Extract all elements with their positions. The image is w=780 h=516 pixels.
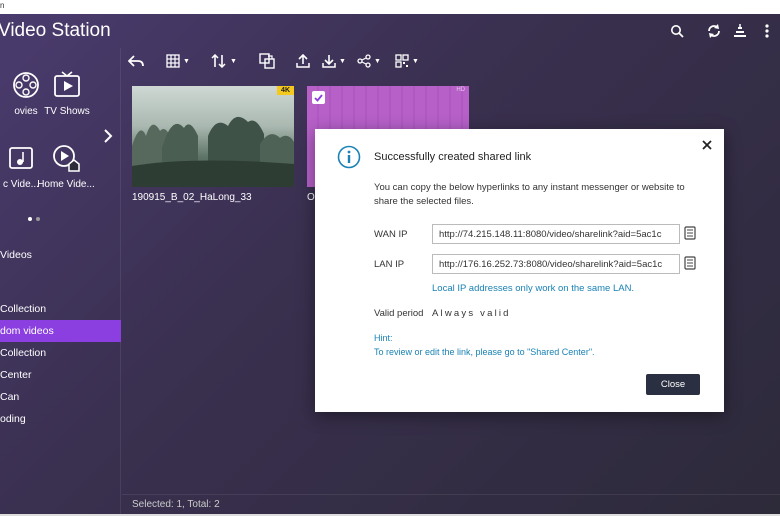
grid-view-icon[interactable]: ▼	[166, 52, 190, 70]
lan-link-field[interactable]	[432, 254, 680, 274]
dialog-description: You can copy the below hyperlinks to any…	[374, 182, 685, 207]
more-icon[interactable]	[758, 22, 776, 40]
sidebar: ovies TV Shows c Vide... Home Vide... Vi…	[0, 48, 121, 514]
back-icon[interactable]	[128, 52, 144, 70]
info-icon	[337, 145, 361, 169]
nav-item-transcoding[interactable]: oding	[0, 408, 121, 430]
background-tasks-icon[interactable]	[731, 22, 749, 40]
lan-ip-label: LAN IP	[374, 259, 405, 270]
tv-icon	[52, 70, 82, 100]
hint-text[interactable]: To review or edit the link, please go to…	[374, 347, 595, 357]
category-label: TV Shows	[44, 106, 90, 117]
convert-icon[interactable]	[259, 52, 275, 70]
selected-checkbox[interactable]	[312, 91, 325, 104]
nav-item-videos[interactable]: Videos	[0, 244, 121, 266]
carousel-dot[interactable]	[28, 217, 32, 221]
home-video-icon	[51, 143, 81, 173]
shared-link-dialog: Successfully created shared link You can…	[315, 129, 724, 412]
wan-link-field[interactable]	[432, 224, 680, 244]
upload-icon[interactable]	[296, 52, 310, 70]
hint-title: Hint:	[374, 333, 393, 343]
lan-note: Local IP addresses only work on the same…	[432, 283, 635, 294]
carousel-dots	[28, 208, 44, 226]
nav-item-smart-collection[interactable]: Collection	[0, 342, 121, 364]
close-icon[interactable]	[700, 138, 714, 152]
category-home-videos[interactable]: Home Vide...	[26, 143, 106, 190]
resolution-badge: HD	[456, 87, 465, 93]
qr-code-icon[interactable]: ▼	[395, 52, 419, 70]
video-thumbnail[interactable]: 4K	[132, 86, 294, 187]
refresh-icon[interactable]	[705, 22, 723, 40]
copy-wan-link-icon[interactable]	[683, 226, 697, 240]
toolbar: ▼ ▼ ▼ ▼ ▼	[122, 48, 780, 74]
os-title-strip: n	[0, 0, 780, 14]
valid-period-value: Always valid	[432, 308, 511, 319]
category-tv-shows[interactable]: TV Shows	[27, 70, 107, 117]
valid-period-label: Valid period	[374, 308, 424, 319]
search-icon[interactable]	[668, 22, 686, 40]
app-title: Video Station	[0, 20, 111, 41]
status-bar: Selected: 1, Total: 2	[122, 494, 780, 514]
wan-ip-label: WAN IP	[374, 229, 408, 240]
category-label: Home Vide...	[37, 179, 95, 190]
carousel-dot[interactable]	[36, 217, 40, 221]
download-icon[interactable]: ▼	[322, 52, 346, 70]
app-header: Video Station	[0, 14, 780, 48]
sort-icon[interactable]: ▼	[211, 52, 237, 70]
nav-item-trash-can[interactable]: Can	[0, 386, 121, 408]
copy-lan-link-icon[interactable]	[683, 256, 697, 270]
dialog-title: Successfully created shared link	[374, 151, 532, 163]
nav-item-random-videos[interactable]: dom videos	[0, 320, 121, 342]
video-title: O	[307, 192, 315, 203]
video-title: 190915_B_02_HaLong_33	[132, 192, 252, 203]
share-icon[interactable]: ▼	[357, 52, 381, 70]
chevron-right-icon[interactable]	[103, 128, 113, 149]
close-button[interactable]: Close	[646, 374, 700, 395]
resolution-badge: 4K	[277, 86, 294, 95]
nav-item-shared-center[interactable]: Center	[0, 364, 121, 386]
os-corner-text: n	[0, 1, 5, 10]
nav-item-collection[interactable]: Collection	[0, 298, 121, 320]
